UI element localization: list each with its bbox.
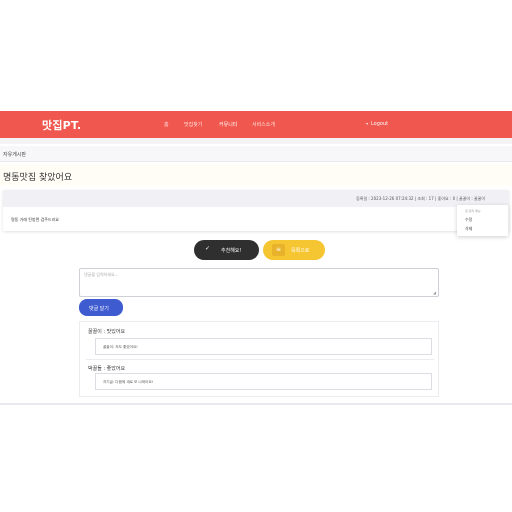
check-icon: ✓ [205,245,211,252]
board-label-bar: 자유게시판 [0,146,512,162]
comment-item: 박꿀돌 : 좋았어요 자기글: 다음에 새로 또 나와아요! [86,362,434,396]
post-meta-bar: 등록일 : 2023-12-26 07:24:32 | 조회 : 17 | 좋아… [3,190,509,207]
comment-author-line: 꿀꿀이 : 맛있어요 [88,329,126,335]
comments-list: 꿀꿀이 : 맛있어요 꿀꿀이: 저도 좋았어요! 박꿀돌 : 좋았어요 자기글:… [79,321,439,397]
post-title: 명동맛집 찾았어요 [3,173,73,183]
resize-grip-icon[interactable]: ◢ [433,291,436,295]
top-header: 맛집PT. 홈 맛집찾기 커뮤니티 서비스소개 ⇥ Logout [0,111,512,143]
post-card: 등록일 : 2023-12-26 07:24:32 | 조회 : 17 | 좋아… [3,190,509,231]
comment-reply: 자기글: 다음에 새로 또 나와아요! [95,373,432,390]
footer-divider [0,403,512,405]
logout-icon: ⇥ [365,121,369,126]
nav-item-home[interactable]: 홈 [164,121,169,128]
header-spacer [0,138,512,144]
submit-comment-button[interactable]: 댓글 달기 [79,299,123,316]
nav-item-find-restaurants[interactable]: 맛집찾기 [184,121,202,128]
page: 맛집PT. 홈 맛집찾기 커뮤니티 서비스소개 ⇥ Logout 자유게시판 명… [0,0,512,512]
logout-link[interactable]: ⇥ Logout [365,121,388,127]
author-menu-header: 글 관리 메뉴 [465,209,481,213]
comment-divider [86,359,434,360]
nav-item-community[interactable]: 커뮤니티 [219,121,237,128]
back-to-list-label: 목록으로 [291,248,310,254]
post-body: 명동 거래 된방면 검주드리요 [11,217,59,222]
nav-item-about[interactable]: 서비스소개 [252,121,275,128]
comment-reply: 꿀꿀이: 저도 좋았어요! [95,338,432,355]
author-dropdown-menu: 글 관리 메뉴 수정 삭제 [457,205,508,236]
menu-item-delete[interactable]: 삭제 [465,226,472,232]
post-meta: 등록일 : 2023-12-26 07:24:32 | 조회 : 17 | 좋아… [356,196,485,201]
comment-input[interactable] [79,268,439,297]
board-label: 자유게시판 [3,152,27,158]
comment-reply-text: 자기글: 다음에 새로 또 나와아요! [103,380,154,384]
submit-comment-label: 댓글 달기 [89,306,109,312]
recommend-label: 추천해요! [221,248,242,254]
comment-reply-text: 꿀꿀이: 저도 좋았어요! [103,345,138,349]
list-icon: ≡ [272,244,285,256]
recommend-button[interactable]: ✓ 추천해요! [194,240,259,260]
comment-item: 꿀꿀이 : 맛있어요 꿀꿀이: 저도 좋았어요! [86,326,434,360]
main-nav: 홈 맛집찾기 커뮤니티 서비스소개 [0,121,512,143]
post-title-bar: 명동맛집 찾았어요 [0,164,512,186]
logout-label: Logout [370,121,389,127]
menu-item-edit[interactable]: 수정 [465,217,472,223]
back-to-list-button[interactable]: ≡ 목록으로 [263,240,325,260]
comment-author-line: 박꿀돌 : 좋았어요 [88,366,126,372]
